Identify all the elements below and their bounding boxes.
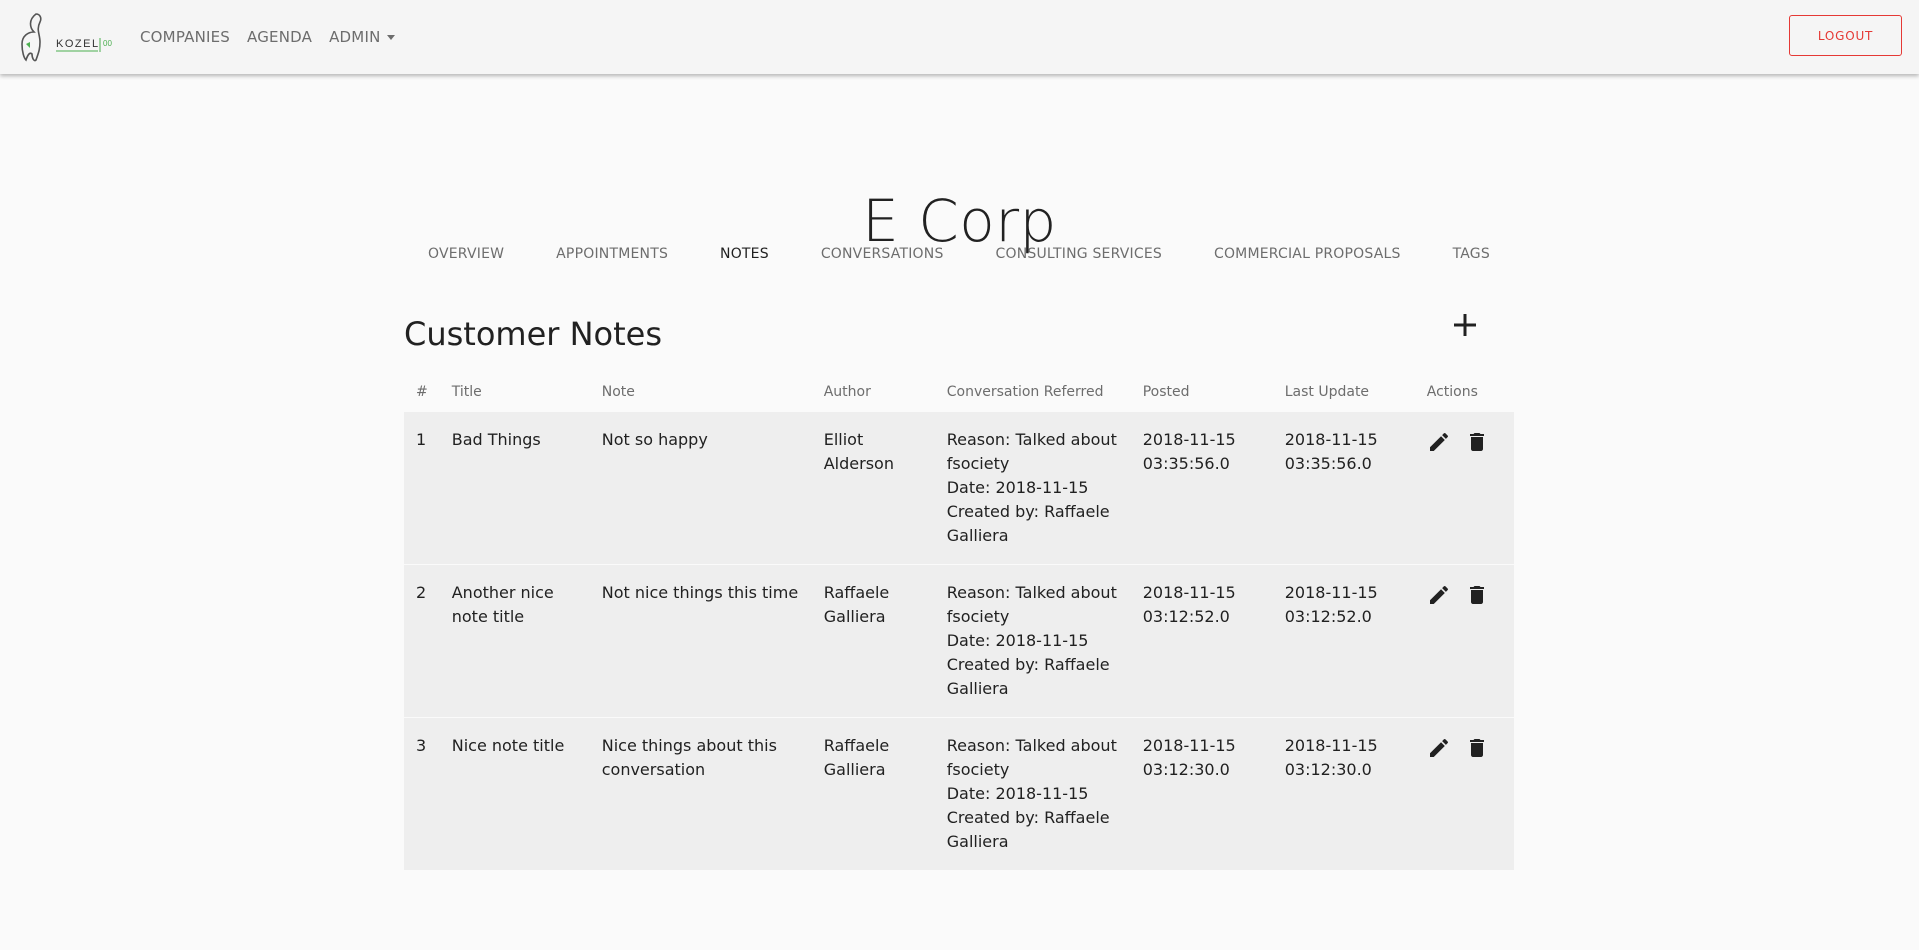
trash-icon[interactable]	[1465, 430, 1489, 454]
cell-note: Not so happy	[601, 430, 708, 449]
cell-posted: 2018-11-15 03:12:30.0	[1130, 717, 1273, 870]
cell-last-update: 2018-11-15 03:35:56.0	[1273, 412, 1415, 565]
main-nav: COMPANIES AGENDA ADMIN	[140, 0, 412, 74]
tab-overview[interactable]: OVERVIEW	[428, 246, 504, 272]
section-title: Customer Notes	[404, 314, 663, 353]
cell-actions	[1415, 412, 1514, 565]
cell-last-update: 2018-11-15 03:12:52.0	[1272, 564, 1415, 718]
caret-down-icon	[386, 35, 395, 40]
nav-agenda[interactable]: AGENDA	[247, 28, 312, 46]
updated-date: 2018-11-15	[1284, 583, 1378, 602]
col-header-actions: Actions	[1426, 384, 1478, 400]
notes-table: # Title Note Author Conversation Referre…	[404, 372, 1514, 870]
table-row: 3 Nice note title Nice things about this…	[404, 717, 1514, 870]
col-header-num[interactable]: #	[404, 372, 440, 412]
cell-num: 1	[416, 430, 427, 449]
cell-conversation: Reason: Talked about fsociety Date: 2018…	[934, 564, 1131, 718]
plus-icon	[1454, 314, 1476, 336]
col-header-title[interactable]: Title	[440, 372, 590, 412]
add-note-button[interactable]	[1450, 310, 1480, 340]
updated-time: 03:35:56.0	[1284, 454, 1372, 473]
posted-date: 2018-11-15	[1142, 583, 1236, 602]
conv-created-by: Created by: Raffaele Galliera	[946, 655, 1110, 698]
cell-num: 3	[404, 717, 440, 870]
nav-admin-label: ADMIN	[329, 28, 381, 46]
company-title: E Corp	[862, 186, 1057, 255]
cell-title: Another nice note title	[439, 564, 590, 718]
cell-author: Elliot Alderson	[823, 430, 894, 473]
nav-admin-dropdown[interactable]: ADMIN	[329, 28, 395, 46]
cell-conversation: Reason: Talked about fsociety Date: 2018…	[935, 412, 1131, 565]
conv-reason: Reason: Talked about fsociety	[946, 583, 1117, 626]
table-header-row: # Title Note Author Conversation Referre…	[404, 372, 1514, 412]
cell-last-update: 2018-11-15 03:12:30.0	[1272, 717, 1415, 870]
tab-commercial-proposals[interactable]: COMMERCIAL PROPOSALS	[1214, 246, 1401, 272]
cell-title: Bad Things	[451, 430, 541, 449]
tab-tags[interactable]: TAGS	[1453, 246, 1490, 272]
pencil-icon[interactable]	[1427, 430, 1451, 454]
conv-reason: Reason: Talked about fsociety	[946, 736, 1117, 779]
cell-title: Nice note title	[439, 717, 590, 870]
conv-date: Date: 2018-11-15	[946, 478, 1089, 497]
nav-companies[interactable]: COMPANIES	[140, 28, 230, 46]
conv-date: Date: 2018-11-15	[946, 631, 1089, 650]
posted-time: 03:12:30.0	[1142, 760, 1230, 779]
tab-appointments[interactable]: APPOINTMENTS	[556, 246, 668, 272]
pencil-icon[interactable]	[1427, 736, 1451, 760]
posted-time: 03:35:56.0	[1142, 454, 1230, 473]
row-actions	[1427, 734, 1502, 760]
row-actions	[1427, 581, 1502, 607]
trash-icon[interactable]	[1465, 736, 1489, 760]
col-header-posted[interactable]: Posted	[1131, 372, 1273, 412]
table-row: 2 Another nice note title Not nice thing…	[404, 564, 1514, 718]
cell-conversation: Reason: Talked about fsociety Date: 2018…	[934, 717, 1131, 870]
kozel-logo[interactable]: KOZEL 00	[14, 10, 118, 64]
top-navbar: KOZEL 00 COMPANIES AGENDA ADMIN LOGOUT	[0, 0, 1919, 74]
pencil-icon[interactable]	[1427, 583, 1451, 607]
svg-text:KOZEL: KOZEL	[56, 38, 100, 50]
tab-conversations[interactable]: CONVERSATIONS	[821, 246, 944, 272]
company-tabs: OVERVIEW APPOINTMENTS NOTES CONVERSATION…	[404, 246, 1514, 272]
trash-icon[interactable]	[1465, 583, 1489, 607]
conv-date: Date: 2018-11-15	[946, 784, 1089, 803]
conv-created-by: Created by: Raffaele Galliera	[946, 502, 1110, 545]
svg-text:00: 00	[103, 39, 112, 48]
row-actions	[1427, 428, 1502, 454]
cell-author: Raffaele Galliera	[811, 564, 935, 718]
cell-posted: 2018-11-15 03:35:56.0	[1131, 412, 1273, 565]
cell-actions	[1414, 564, 1514, 718]
posted-date: 2018-11-15	[1142, 736, 1236, 755]
conv-created-by: Created by: Raffaele Galliera	[946, 808, 1110, 851]
cell-note: Not nice things this time	[589, 564, 812, 718]
col-header-author[interactable]: Author	[812, 372, 935, 412]
cell-note: Nice things about this conversation	[589, 717, 812, 870]
cell-num: 2	[404, 564, 440, 718]
col-header-conversation[interactable]: Conversation Referred	[935, 372, 1131, 412]
posted-time: 03:12:52.0	[1142, 607, 1230, 626]
updated-date: 2018-11-15	[1284, 430, 1378, 449]
cell-posted: 2018-11-15 03:12:52.0	[1130, 564, 1273, 718]
updated-time: 03:12:30.0	[1284, 760, 1372, 779]
tab-notes[interactable]: NOTES	[720, 246, 769, 272]
col-header-last-update[interactable]: Last Update	[1273, 372, 1415, 412]
table-row: 1 Bad Things Not so happy Elliot Alderso…	[404, 412, 1514, 565]
cell-author: Raffaele Galliera	[811, 717, 935, 870]
updated-time: 03:12:52.0	[1284, 607, 1372, 626]
posted-date: 2018-11-15	[1142, 430, 1236, 449]
col-header-note[interactable]: Note	[590, 372, 812, 412]
logout-button[interactable]: LOGOUT	[1789, 15, 1902, 56]
tab-consulting-services[interactable]: CONSULTING SERVICES	[996, 246, 1162, 272]
updated-date: 2018-11-15	[1284, 736, 1378, 755]
cell-actions	[1414, 717, 1514, 870]
conv-reason: Reason: Talked about fsociety	[946, 430, 1117, 473]
